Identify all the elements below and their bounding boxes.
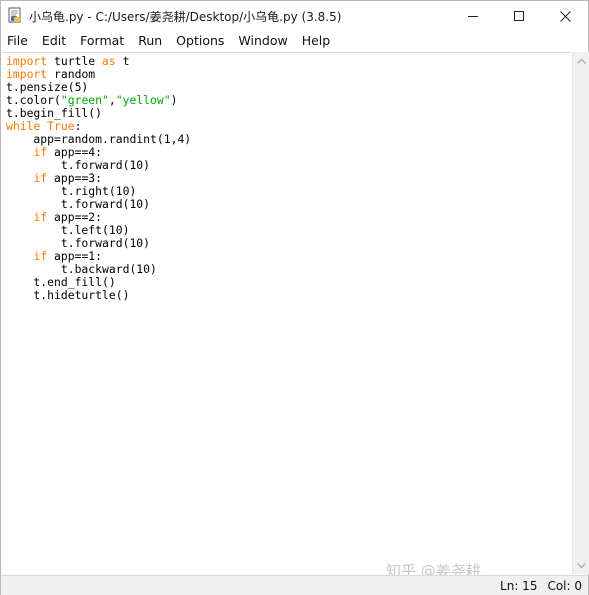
column-indicator: Col: 0	[547, 579, 582, 593]
menu-help[interactable]: Help	[295, 31, 338, 51]
menu-run[interactable]: Run	[131, 31, 169, 51]
keyword-token: import	[6, 67, 48, 81]
code-token: t.color(	[6, 93, 61, 107]
code-token: t.left(10)	[6, 223, 130, 237]
code-token: app=random.randint(1,4)	[6, 132, 192, 146]
maximize-icon	[514, 11, 524, 21]
code-token: app==3:	[47, 171, 103, 185]
code-token: app==2:	[47, 210, 103, 224]
code-token: t.forward(10)	[6, 158, 151, 172]
keyword-token: if	[33, 171, 48, 185]
keyword-token: while	[6, 119, 41, 133]
window-title: 小乌龟.py - C:/Users/姜尧耕/Desktop/小乌龟.py (3.…	[29, 10, 342, 24]
python-file-icon	[8, 7, 21, 23]
code-token: ,	[108, 93, 116, 107]
scroll-up-button[interactable]	[573, 52, 589, 69]
scroll-down-button[interactable]	[573, 557, 589, 574]
keyword-token: if	[33, 249, 48, 263]
cursor-position: Ln: 15 Col: 0	[490, 579, 582, 593]
code-line[interactable]: t.hideturtle()	[6, 289, 191, 302]
menu-bar: File Edit Format Run Options Window Help	[1, 31, 588, 51]
chevron-up-icon	[577, 58, 586, 64]
minimize-icon	[468, 16, 478, 17]
string-token: "yellow"	[115, 93, 171, 107]
code-token: t.forward(10)	[6, 197, 151, 211]
line-indicator: Ln: 15	[500, 579, 538, 593]
status-bar: Ln: 15 Col: 0	[1, 575, 588, 595]
idle-editor-window: 小乌龟.py - C:/Users/姜尧耕/Desktop/小乌龟.py (3.…	[0, 0, 589, 595]
vertical-scrollbar[interactable]	[572, 52, 589, 574]
code-token: :	[74, 119, 82, 133]
string-token: "green"	[60, 93, 109, 107]
code-token: t.pensize(5)	[6, 80, 89, 94]
title-bar[interactable]: 小乌龟.py - C:/Users/姜尧耕/Desktop/小乌龟.py (3.…	[1, 1, 588, 31]
code-token: t.begin_fill()	[6, 106, 103, 120]
maximize-button[interactable]	[496, 1, 542, 31]
menu-window[interactable]: Window	[231, 31, 294, 51]
keyword-token: as	[102, 54, 116, 68]
keyword-token: if	[33, 210, 48, 224]
code-token: )	[170, 93, 178, 107]
menu-options[interactable]: Options	[169, 31, 231, 51]
code-token: turtle	[47, 54, 103, 68]
keyword-token: if	[33, 145, 48, 159]
code-token: t.hideturtle()	[6, 288, 130, 302]
code-token: t.forward(10)	[6, 236, 151, 250]
chevron-down-icon	[577, 562, 586, 568]
code-token: t.end_fill()	[6, 275, 116, 289]
code-editor[interactable]: import turtle as t import random t.pensize…	[2, 52, 571, 574]
code-token: app==1:	[47, 249, 103, 263]
menu-edit[interactable]: Edit	[35, 31, 73, 51]
minimize-button[interactable]	[450, 1, 496, 31]
code-token: random	[47, 67, 96, 81]
menu-file[interactable]: File	[1, 31, 35, 51]
close-button[interactable]	[542, 1, 588, 31]
code-token: t.right(10)	[6, 184, 137, 198]
code-text[interactable]: import turtle as t import random t.pensize…	[6, 55, 191, 302]
code-token: app==4:	[47, 145, 103, 159]
keyword-token: True	[47, 119, 75, 133]
code-token: t	[115, 54, 130, 68]
menu-format[interactable]: Format	[73, 31, 131, 51]
close-icon	[559, 10, 571, 22]
code-token: t.backward(10)	[6, 262, 157, 276]
keyword-token: import	[6, 54, 48, 68]
